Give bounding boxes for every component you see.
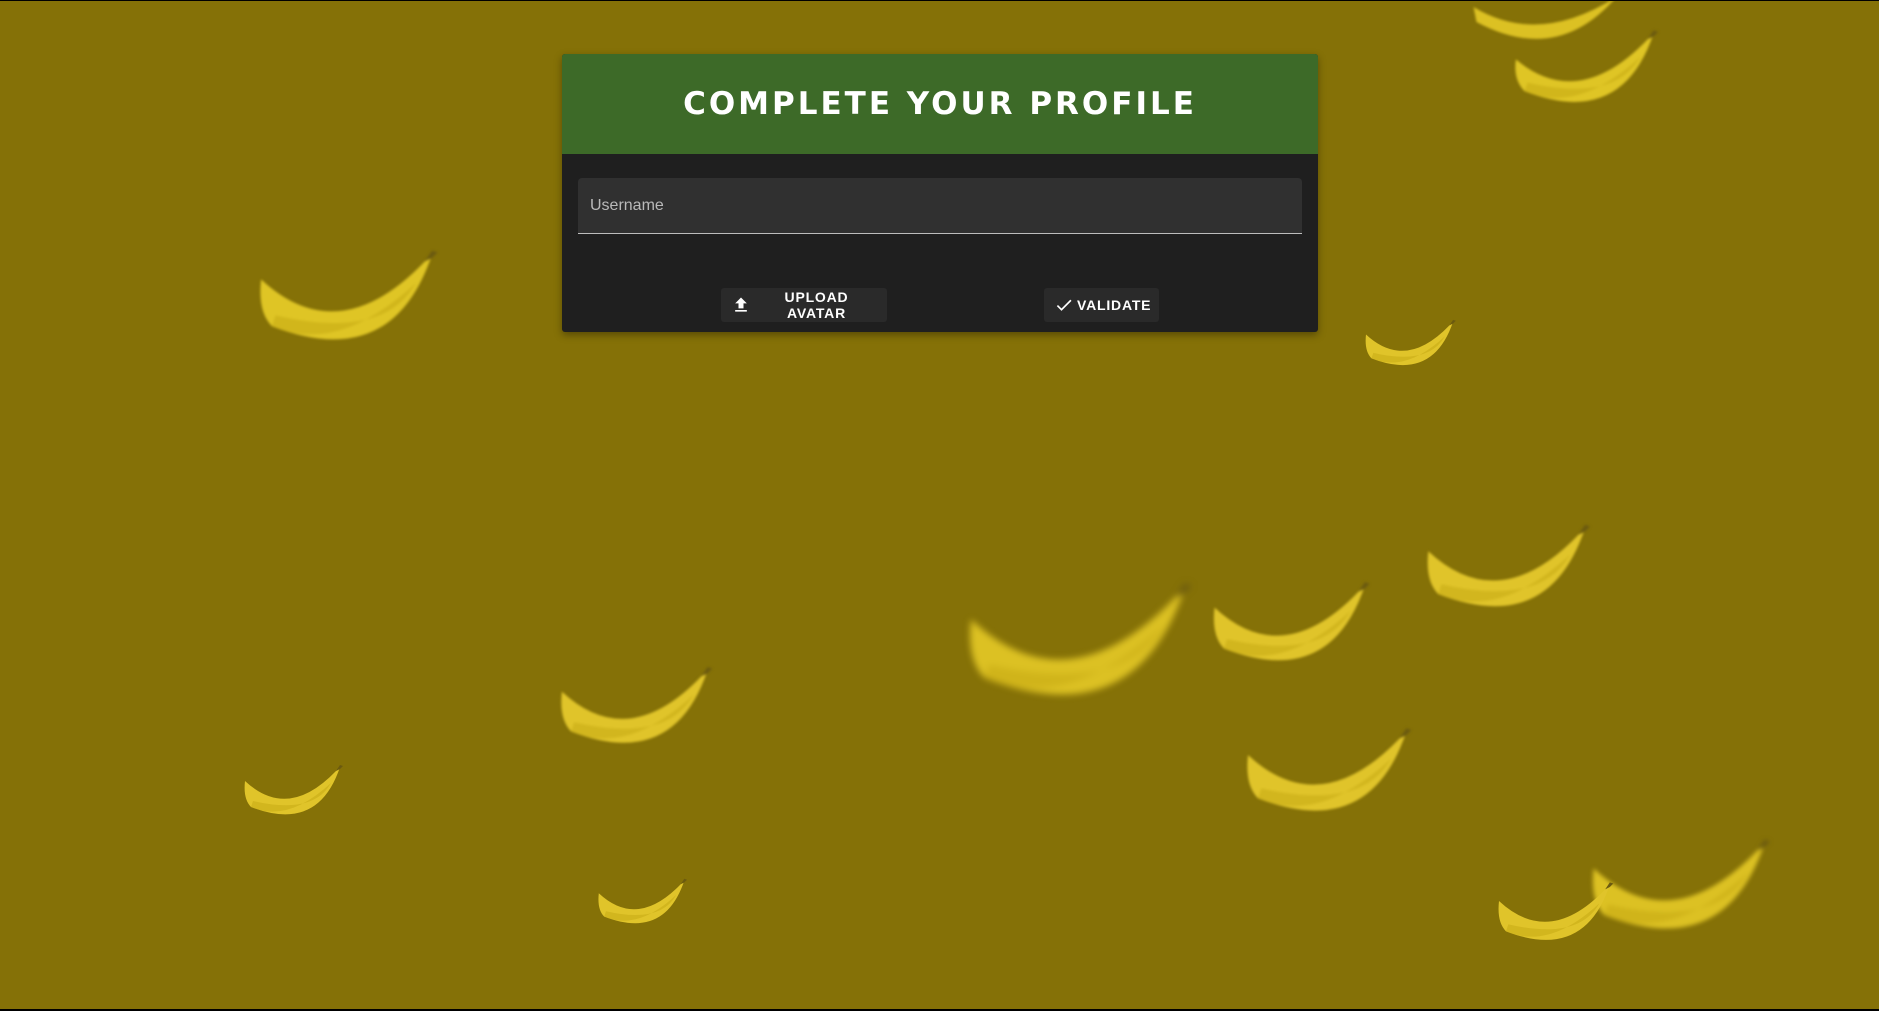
banana-decoration [558, 664, 713, 756]
username-input[interactable] [578, 178, 1302, 233]
profile-card: Complete your profile UPLOAD AVATAR VALI… [562, 54, 1318, 332]
page-title: Complete your profile [683, 86, 1197, 122]
upload-avatar-button[interactable]: UPLOAD AVATAR [721, 288, 887, 322]
page-background: Complete your profile UPLOAD AVATAR VALI… [0, 1, 1879, 1009]
banana-decoration [1496, 880, 1614, 950]
banana-decoration [255, 247, 440, 355]
banana-decoration [1425, 521, 1590, 621]
banana-decoration [1513, 26, 1658, 116]
validate-label: VALIDATE [1077, 297, 1152, 313]
banana-decoration [243, 763, 343, 823]
banana-decoration [1243, 725, 1413, 825]
banana-decoration [1590, 836, 1770, 944]
banana-decoration [1208, 579, 1373, 674]
card-header: Complete your profile [562, 54, 1318, 154]
upload-icon [731, 295, 751, 315]
banana-decoration [1364, 318, 1456, 373]
username-field[interactable] [578, 178, 1302, 234]
validate-button[interactable]: VALIDATE [1044, 288, 1159, 322]
banana-decoration [965, 579, 1193, 714]
check-icon [1054, 295, 1074, 315]
upload-avatar-label: UPLOAD AVATAR [784, 289, 849, 321]
banana-decoration [597, 877, 687, 931]
